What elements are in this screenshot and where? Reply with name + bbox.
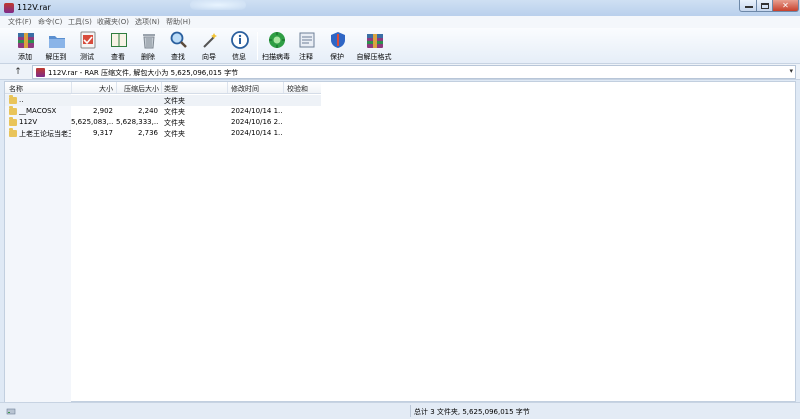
title-glow-decoration: [190, 0, 246, 10]
name-column-shading: [5, 94, 71, 402]
menu-commands[interactable]: 命令(C): [38, 17, 62, 27]
column-crc[interactable]: 校验和: [287, 84, 308, 94]
address-text: 112V.rar - RAR 压缩文件, 解包大小为 5,625,096,015…: [48, 69, 239, 77]
column-type[interactable]: 类型: [164, 84, 178, 94]
column-divider[interactable]: [116, 82, 117, 93]
row-packed: 2,736: [137, 129, 158, 137]
sfx-archive-icon: [367, 34, 383, 48]
column-divider[interactable]: [71, 82, 72, 93]
column-divider[interactable]: [161, 82, 162, 93]
test-icon: [80, 31, 96, 49]
status-text: 总计 3 文件夹, 5,625,096,015 字节: [414, 408, 530, 416]
sfx-button[interactable]: 自解压格式: [357, 30, 392, 62]
row-size: 2,902: [92, 107, 113, 115]
row-size: 9,317: [92, 129, 113, 137]
row-type: 文件夹: [164, 130, 185, 138]
status-bar: 总计 3 文件夹, 5,625,096,015 字节: [0, 402, 800, 419]
row-name: 112V: [19, 118, 38, 126]
up-arrow-icon[interactable]: ↑: [12, 66, 24, 78]
minimize-icon: [745, 6, 753, 8]
add-archive-icon: [18, 33, 34, 48]
extract-to-icon: [49, 36, 65, 48]
row-type: 文件夹: [164, 97, 185, 105]
table-row[interactable]: __MACOSX 2,902 2,240 文件夹 2024/10/14 1...: [5, 106, 321, 117]
row-name: __MACOSX: [19, 107, 57, 115]
column-modified[interactable]: 修改时间: [231, 84, 259, 94]
menu-tools[interactable]: 工具(S): [68, 17, 92, 27]
winrar-app-icon[interactable]: [4, 3, 14, 13]
info-icon: [231, 31, 249, 49]
column-size[interactable]: 大小: [75, 84, 113, 94]
info-button[interactable]: 信息: [225, 30, 253, 62]
minimize-button[interactable]: [739, 0, 757, 12]
rar-archive-icon: [36, 68, 45, 77]
trash-icon: [143, 34, 155, 49]
menu-bar: 文件(F) 命令(C) 工具(S) 收藏夹(O) 选项(N) 帮助(H): [0, 16, 800, 28]
toolbar: 添加 解压到 测试 查看 删除 查找 向导 信息 扫描病毒 注释 保护 自解压格…: [0, 28, 800, 64]
title-bar: 112V.rar ✕: [0, 0, 800, 16]
folder-icon: [9, 117, 17, 126]
protect-button[interactable]: 保护: [323, 30, 351, 62]
column-name[interactable]: 名称: [9, 84, 23, 94]
table-row[interactable]: .. 文件夹: [5, 95, 321, 106]
row-name: 上老王论坛当老王: [19, 130, 71, 138]
row-name: ..: [19, 96, 24, 104]
maximize-icon: [761, 3, 769, 9]
wizard-wand-icon: [203, 33, 217, 48]
sfx-label: 自解压格式: [356, 53, 392, 61]
row-modified: 2024/10/14 1...: [231, 107, 283, 115]
column-divider[interactable]: [227, 82, 228, 93]
folder-icon: [9, 95, 17, 104]
row-packed: 2,240: [137, 107, 158, 115]
folder-icon: [9, 106, 17, 115]
column-packed[interactable]: 压缩后大小: [124, 84, 159, 94]
menu-help[interactable]: 帮助(H): [166, 17, 191, 27]
row-size: 5,625,083,...: [71, 118, 113, 126]
close-icon: ✕: [782, 1, 789, 10]
close-button[interactable]: ✕: [773, 0, 799, 12]
shield-icon: [331, 32, 345, 48]
table-row[interactable]: 上老王论坛当老王 9,317 2,736 文件夹 2024/10/14 1...: [5, 128, 321, 139]
row-packed: 5,628,333,...: [116, 118, 158, 126]
menu-favorites[interactable]: 收藏夹(O): [97, 17, 129, 27]
comment-icon: [299, 32, 315, 48]
window-title: 112V.rar: [17, 3, 51, 12]
column-divider[interactable]: [283, 82, 284, 93]
magnifier-icon: [170, 31, 187, 48]
column-header: 名称 大小 压缩后大小 类型 修改时间 校验和: [5, 82, 321, 94]
menu-file[interactable]: 文件(F): [8, 17, 32, 27]
virus-scan-icon: [269, 32, 285, 48]
chevron-down-icon[interactable]: ▾: [789, 67, 793, 75]
row-type: 文件夹: [164, 119, 185, 127]
view-book-icon: [111, 33, 127, 47]
file-list[interactable]: 名称 大小 压缩后大小 类型 修改时间 校验和 .. 文件夹 __MACOSX …: [4, 81, 796, 402]
table-row[interactable]: 112V 5,625,083,... 5,628,333,... 文件夹 202…: [5, 117, 321, 128]
row-type: 文件夹: [164, 108, 185, 116]
drive-icon: [6, 408, 16, 415]
address-bar: ↑ 112V.rar - RAR 压缩文件, 解包大小为 5,625,096,0…: [0, 64, 800, 80]
status-divider: [410, 405, 411, 417]
menu-options[interactable]: 选项(N): [135, 17, 160, 27]
row-modified: 2024/10/14 1...: [231, 129, 283, 137]
address-field[interactable]: 112V.rar - RAR 压缩文件, 解包大小为 5,625,096,015…: [32, 65, 796, 79]
folder-icon: [9, 128, 17, 137]
row-modified: 2024/10/16 2...: [231, 118, 283, 126]
maximize-button[interactable]: [757, 0, 773, 12]
